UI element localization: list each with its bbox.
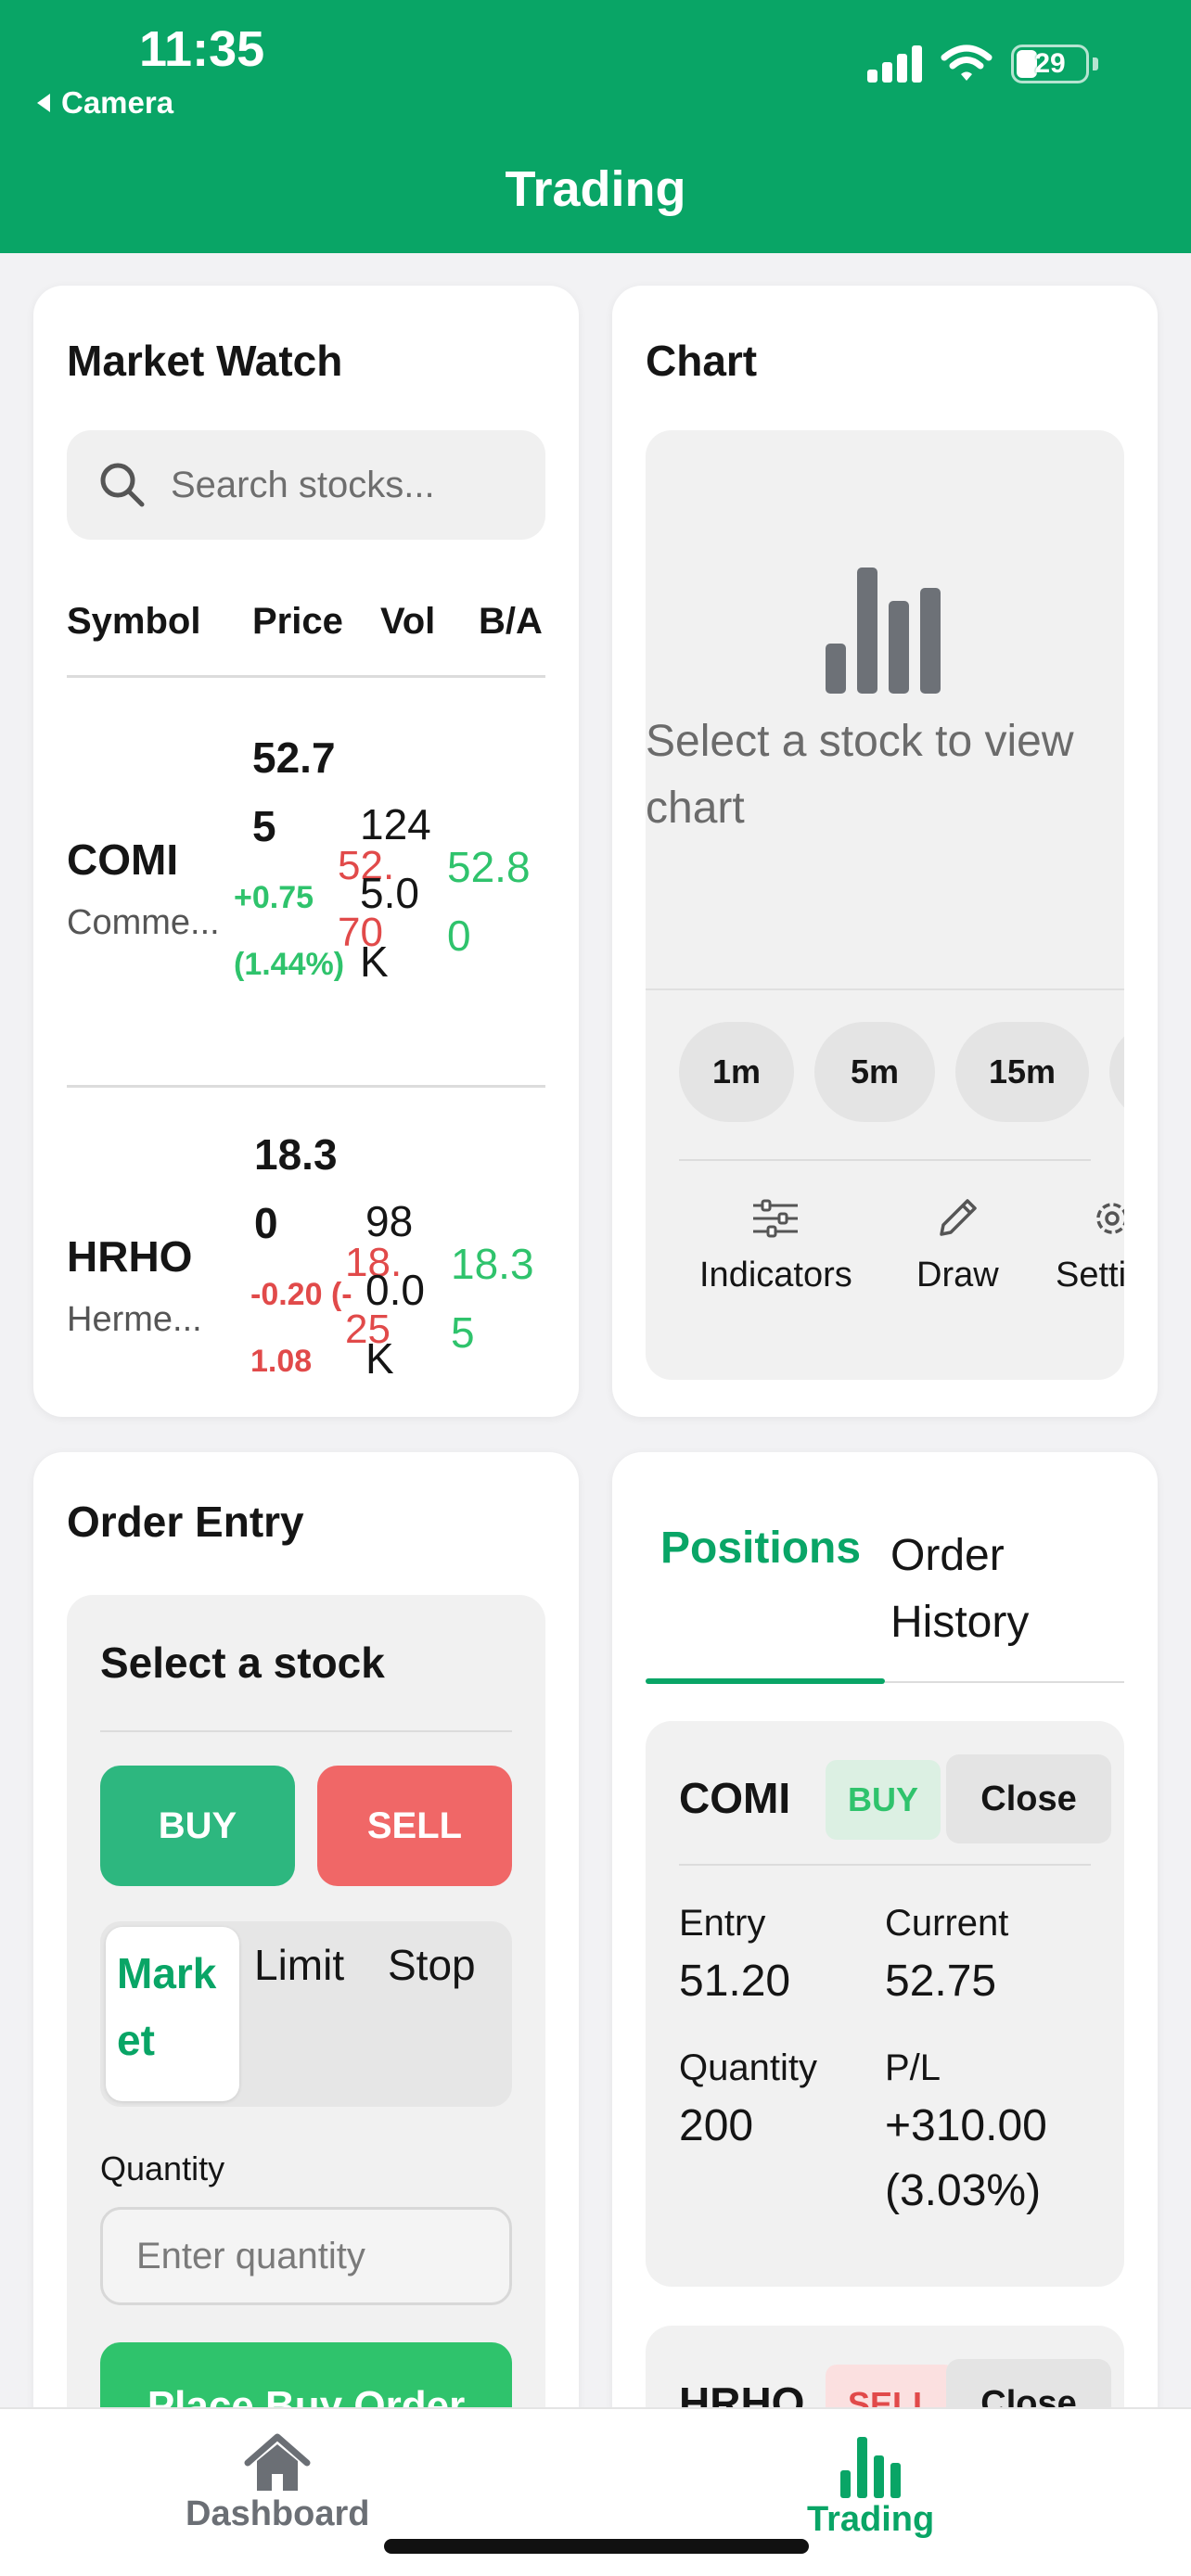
draw-tool[interactable]: Draw xyxy=(916,1181,999,1295)
page-title: Trading xyxy=(505,161,686,217)
search-icon xyxy=(100,463,145,507)
row-company: Comme... xyxy=(67,903,220,942)
chart-area[interactable]: Select a stock to view chart 1m5m15m1h xyxy=(646,430,1124,1380)
status-icons: 29 xyxy=(867,45,1098,83)
row-symbol: HRHO xyxy=(67,1232,193,1281)
row-symbol: COMI xyxy=(67,835,179,884)
row-change: +0.75 (1.44%) xyxy=(234,880,345,982)
market-watch-card: Market Watch Symbol Price Vol B/A COMI C… xyxy=(33,286,579,1417)
header-divider xyxy=(67,675,545,678)
battery-level: 29 xyxy=(1034,48,1066,79)
order-entry-title: Order Entry xyxy=(67,1498,304,1546)
chart-divider xyxy=(646,988,1124,990)
market-watch-title: Market Watch xyxy=(67,337,343,385)
buy-button[interactable]: BUY xyxy=(100,1766,295,1886)
indicators-tool[interactable]: Indicators xyxy=(699,1181,852,1295)
row-volume: 124 5.0K xyxy=(360,800,431,986)
tab-trading-label: Trading xyxy=(807,2500,935,2539)
pl-value: +310.00 xyxy=(885,2101,1047,2150)
order-type-limit[interactable]: Limit xyxy=(254,1940,344,1990)
close-position-button[interactable]: Close xyxy=(946,1754,1111,1843)
timeframe-selector: 1m5m15m1h xyxy=(679,1022,1124,1124)
timeframe-1h[interactable]: 1h xyxy=(1109,1022,1124,1122)
chart-tools: Indicators Draw Setti xyxy=(646,1181,1124,1320)
bar-chart-icon xyxy=(839,2437,901,2498)
positions-card: Positions Order History COMI BUY Close E… xyxy=(612,1452,1158,2472)
tab-positions[interactable]: Positions xyxy=(660,1523,861,1574)
order-type-stop[interactable]: Stop xyxy=(388,1940,476,1990)
tab-divider xyxy=(885,1681,1124,1683)
order-entry-card: Order Entry Select a stock BUY SELL Mark… xyxy=(33,1452,579,2472)
stock-search[interactable] xyxy=(67,430,545,540)
row-divider xyxy=(67,1085,545,1088)
home-icon xyxy=(244,2433,311,2491)
cellular-signal-icon xyxy=(867,45,922,83)
tab-dashboard-label: Dashboard xyxy=(186,2494,370,2533)
gear-icon xyxy=(1096,1203,1124,1234)
row-ask: 52.80 xyxy=(447,843,531,960)
tools-divider xyxy=(679,1159,1091,1161)
draw-label: Draw xyxy=(916,1256,999,1294)
row-company: Herme... xyxy=(67,1300,202,1339)
row-ask: 18.35 xyxy=(451,1240,534,1357)
tab-trading[interactable]: Trading xyxy=(807,2433,934,2540)
column-header-bid-ask: B/A xyxy=(479,601,543,642)
column-header-vol: Vol xyxy=(380,601,436,642)
order-entry-panel: Select a stock BUY SELL Market Limit Sto… xyxy=(67,1595,545,2472)
chart-empty-message: Select a stock to view chart xyxy=(646,717,1074,833)
back-arrow-icon xyxy=(37,94,50,112)
position-divider xyxy=(679,1864,1091,1866)
row-volume: 98 0.0K xyxy=(365,1197,425,1383)
order-type-market[interactable]: Market xyxy=(106,1927,239,2101)
timeframe-15m[interactable]: 15m xyxy=(955,1022,1089,1122)
column-header-symbol: Symbol xyxy=(67,601,201,642)
pl-label: P/L xyxy=(885,2047,941,2088)
home-indicator xyxy=(384,2539,809,2554)
back-app-label: Camera xyxy=(61,85,174,120)
search-input[interactable] xyxy=(171,464,523,506)
position-symbol: COMI xyxy=(679,1774,791,1822)
quantity-input[interactable] xyxy=(100,2207,512,2305)
app-header: 11:35 Camera 29 Trading xyxy=(0,0,1191,253)
pencil-icon xyxy=(940,1199,978,1236)
column-header-price: Price xyxy=(252,601,343,642)
status-time: 11:35 xyxy=(139,21,265,77)
tab-order-history[interactable]: Order History xyxy=(890,1523,1095,1656)
settings-tool[interactable]: Setti xyxy=(1046,1181,1124,1295)
quantity-label: Quantity xyxy=(679,2047,817,2088)
order-type-selector: Market Limit Stop xyxy=(100,1921,512,2107)
indicators-label: Indicators xyxy=(699,1256,852,1294)
selected-stock: Select a stock xyxy=(100,1639,385,1687)
position-side-badge: BUY xyxy=(826,1760,941,1840)
current-label: Current xyxy=(885,1903,1009,1944)
wifi-icon xyxy=(941,45,992,81)
position-card: COMI BUY Close Entry Current 51.20 52.75… xyxy=(646,1721,1124,2287)
quantity-value: 200 xyxy=(679,2101,754,2150)
sliders-icon xyxy=(753,1199,799,1238)
panel-divider xyxy=(100,1730,512,1732)
current-value: 52.75 xyxy=(885,1957,997,2006)
row-price: 18.30 xyxy=(254,1130,338,1247)
sell-button[interactable]: SELL xyxy=(317,1766,512,1886)
table-row[interactable]: COMI Comme... 52.75 +0.75 (1.44%) 52.70 … xyxy=(33,694,579,1102)
tab-dashboard[interactable]: Dashboard xyxy=(186,2433,369,2534)
timeframe-5m[interactable]: 5m xyxy=(814,1022,935,1122)
battery-icon: 29 xyxy=(1011,45,1089,83)
pl-percent: (3.03%) xyxy=(885,2166,1042,2215)
table-row[interactable]: HRHO Herme... 18.30 -0.20 (-1.08 18.25 9… xyxy=(33,1092,579,1417)
entry-label: Entry xyxy=(679,1903,766,1944)
active-tab-indicator xyxy=(646,1678,885,1684)
chart-title: Chart xyxy=(646,337,758,385)
chart-card: Chart Select a stock to view chart 1m 5m 1… xyxy=(612,286,1158,1417)
back-to-camera-link[interactable]: Camera xyxy=(35,85,173,121)
timeframe-1m[interactable]: 1m xyxy=(679,1022,794,1122)
quantity-label: Quantity xyxy=(100,2149,225,2187)
settings-label: Setti xyxy=(1055,1256,1124,1294)
entry-value: 51.20 xyxy=(679,1957,791,2006)
bar-chart-icon xyxy=(826,564,941,694)
